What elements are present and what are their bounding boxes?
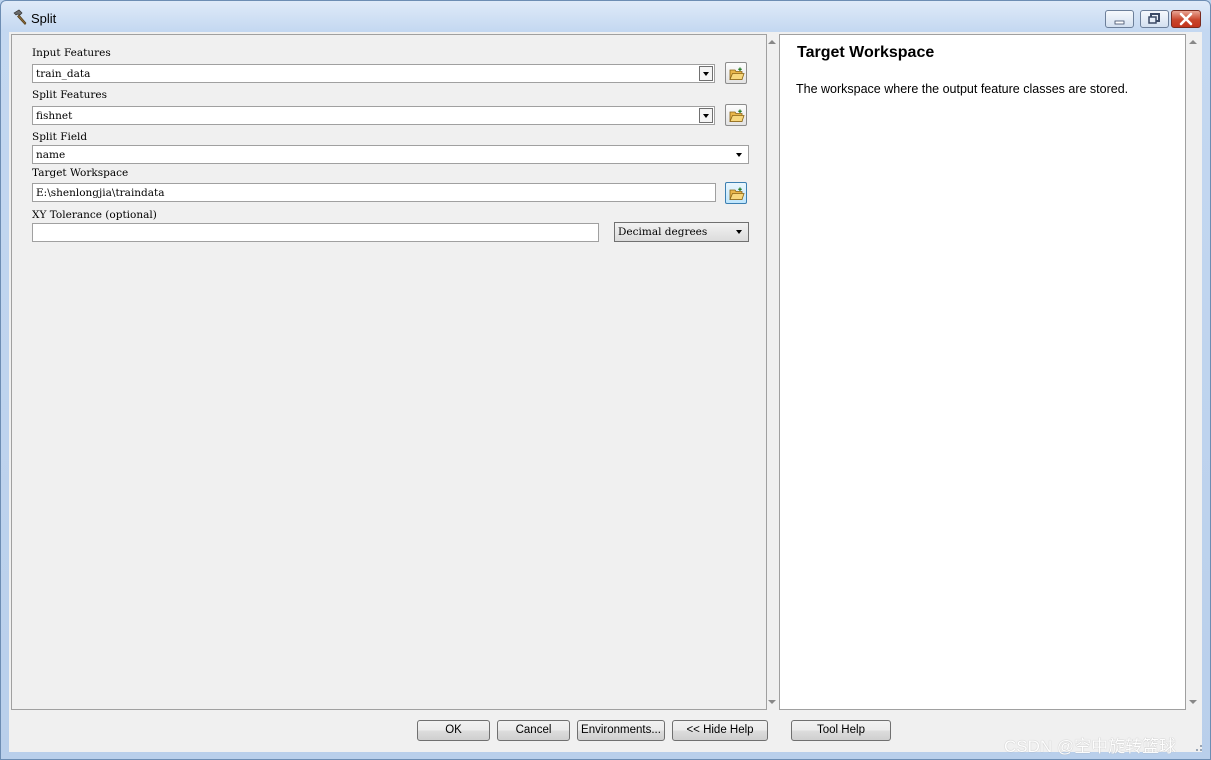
tool-help-button[interactable]: Tool Help: [791, 720, 891, 741]
chevron-down-icon: [736, 153, 742, 157]
resize-grip-icon[interactable]: [1190, 741, 1204, 753]
dialog-client-area: Input Features train_data Split Features…: [9, 32, 1202, 752]
help-panel: Target Workspace The workspace where the…: [779, 34, 1186, 710]
help-description: The workspace where the output feature c…: [796, 82, 1129, 96]
split-features-label: Split Features: [32, 89, 107, 101]
chevron-down-icon: [703, 72, 709, 76]
scroll-up-icon[interactable]: [1189, 40, 1197, 44]
xy-tolerance-unit-value: Decimal degrees: [618, 226, 708, 238]
window-title: Split: [31, 11, 57, 26]
folder-open-icon: [729, 67, 745, 80]
cancel-button[interactable]: Cancel: [497, 720, 570, 741]
hide-help-button[interactable]: << Hide Help: [672, 720, 768, 741]
watermark-text: CSDN @空中旋转篮球: [1004, 737, 1177, 756]
split-features-browse-button[interactable]: [725, 104, 747, 126]
target-workspace-value: E:\shenlongjia\traindata: [36, 187, 165, 199]
parameters-scrollbar[interactable]: [767, 34, 778, 710]
target-workspace-label: Target Workspace: [32, 167, 129, 179]
hammer-icon: [13, 9, 27, 25]
xy-tolerance-input[interactable]: [32, 223, 599, 242]
folder-open-icon: [729, 109, 745, 122]
unit-dropdown-arrow[interactable]: [734, 225, 746, 238]
chevron-down-icon: [736, 230, 742, 234]
input-features-dropdown-button[interactable]: [699, 66, 713, 81]
scroll-up-icon[interactable]: [768, 40, 776, 44]
help-scrollbar[interactable]: [1186, 34, 1200, 710]
ok-button[interactable]: OK: [417, 720, 490, 741]
input-features-combo[interactable]: train_data: [32, 64, 715, 83]
minimize-button[interactable]: [1105, 10, 1134, 28]
maximize-icon: [1148, 13, 1160, 24]
minimize-icon: [1114, 20, 1125, 25]
scroll-down-icon[interactable]: [1189, 700, 1197, 704]
scroll-down-icon[interactable]: [768, 700, 776, 704]
split-features-value: fishnet: [36, 110, 73, 122]
help-title: Target Workspace: [797, 44, 935, 61]
split-field-select[interactable]: name: [32, 145, 749, 164]
title-bar[interactable]: Split: [1, 1, 1210, 33]
chevron-down-icon: [703, 114, 709, 118]
folder-open-icon: [729, 187, 745, 200]
close-button[interactable]: [1171, 10, 1201, 28]
split-field-value: name: [36, 149, 66, 161]
close-icon: [1179, 12, 1193, 26]
xy-tolerance-unit-select[interactable]: Decimal degrees: [614, 222, 749, 242]
xy-tolerance-label: XY Tolerance (optional): [32, 209, 157, 221]
split-field-label: Split Field: [32, 131, 88, 143]
input-features-browse-button[interactable]: [725, 62, 747, 84]
input-features-label: Input Features: [32, 47, 111, 59]
split-field-dropdown-arrow[interactable]: [734, 148, 746, 161]
target-workspace-browse-button[interactable]: [725, 182, 747, 204]
input-features-value: train_data: [36, 68, 91, 80]
dialog-window: Split Input Features train_data Split Fe…: [0, 0, 1211, 760]
split-features-combo[interactable]: fishnet: [32, 106, 715, 125]
maximize-button[interactable]: [1140, 10, 1169, 28]
target-workspace-input[interactable]: E:\shenlongjia\traindata: [32, 183, 716, 202]
split-features-dropdown-button[interactable]: [699, 108, 713, 123]
environments-button[interactable]: Environments...: [577, 720, 665, 741]
parameters-panel: Input Features train_data Split Features…: [11, 34, 767, 710]
